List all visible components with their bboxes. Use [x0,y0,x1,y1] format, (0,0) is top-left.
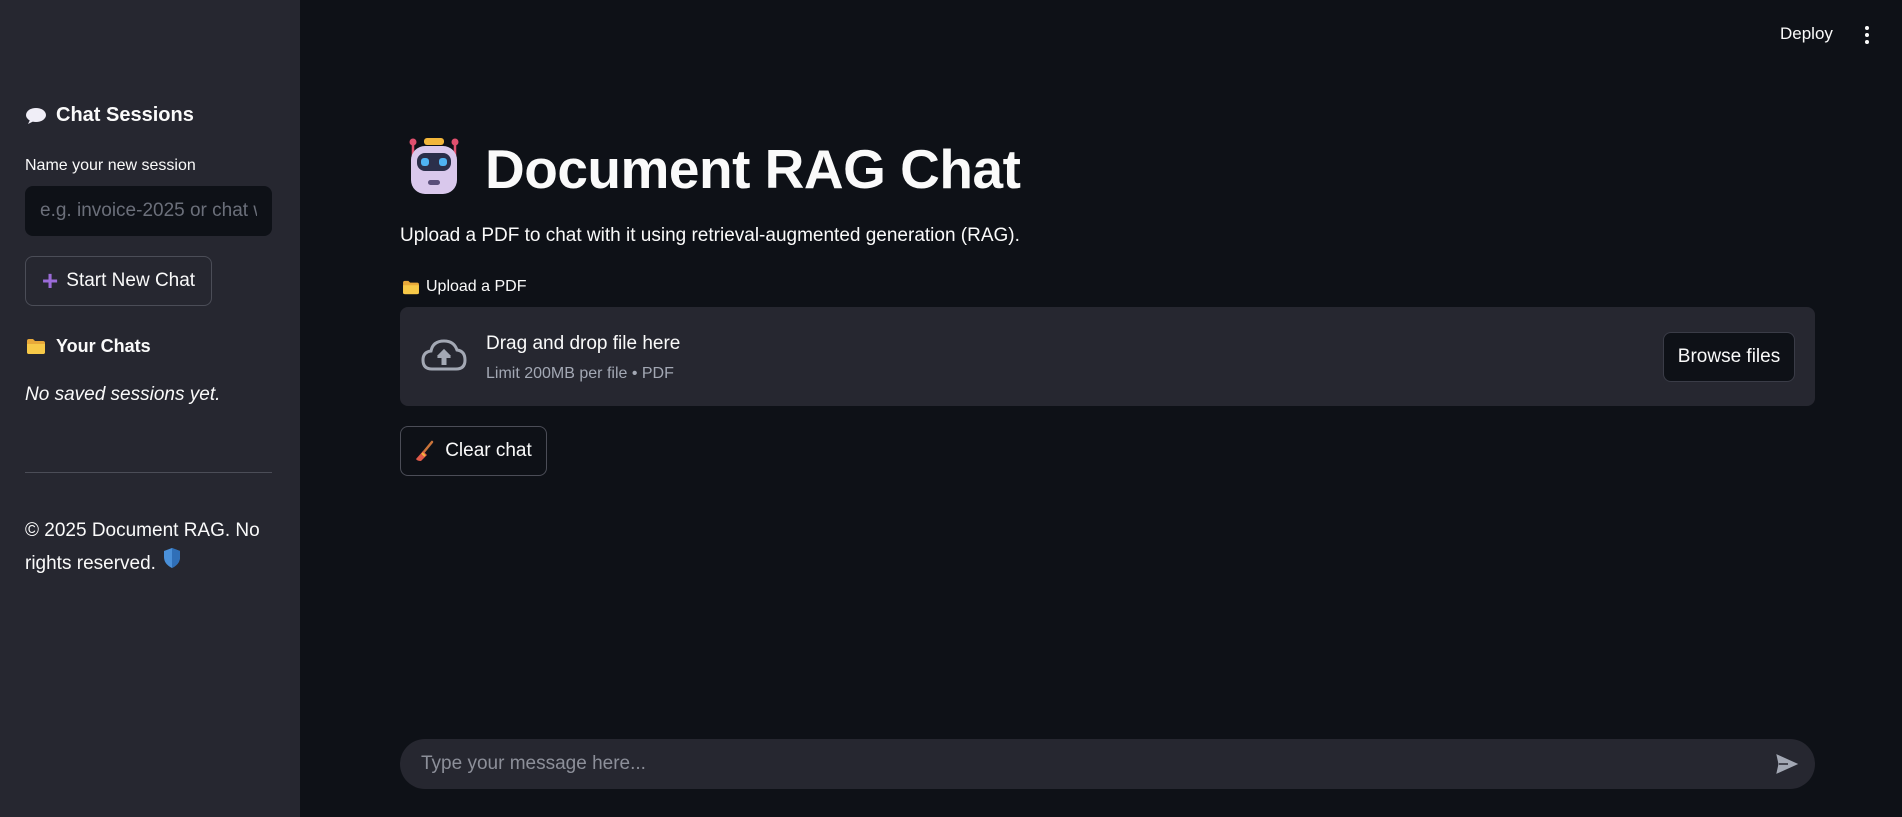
sidebar-footer: © 2025 Document RAG. No rights reserved. [25,514,265,580]
clear-chat-label: Clear chat [445,440,532,461]
your-chats-label: Your Chats [56,336,151,356]
session-name-label: Name your new session [25,157,196,174]
page-subtitle: Upload a PDF to chat with it using retri… [400,225,1020,246]
dropzone-title: Drag and drop file here [486,333,681,354]
speech-balloon-icon [25,107,47,125]
sidebar: Chat Sessions Name your new session + St… [0,0,300,817]
folder-icon [25,338,47,355]
page-title: Document RAG Chat [485,137,1021,200]
chat-input-bar [400,739,1815,789]
footer-line-2: rights reserved. [25,553,156,574]
session-name-input[interactable] [25,186,272,236]
broom-icon [415,440,435,462]
sidebar-heading-chat-sessions: Chat Sessions [25,104,194,127]
sidebar-divider [25,472,272,473]
sidebar-heading-label: Chat Sessions [56,104,194,126]
upload-label-text: Upload a PDF [426,278,527,295]
upload-label: Upload a PDF [402,278,527,296]
file-dropzone[interactable]: Drag and drop file here Limit 200MB per … [400,307,1815,406]
start-new-chat-label: Start New Chat [66,270,196,291]
shield-icon [162,547,182,580]
cloud-upload-icon [420,337,468,378]
footer-line-1: © 2025 Document RAG. No [25,520,260,541]
folder-icon [402,280,420,295]
sidebar-heading-your-chats: Your Chats [25,336,151,357]
send-icon[interactable] [1775,752,1799,776]
empty-sessions-text: No saved sessions yet. [25,384,221,405]
start-new-chat-button[interactable]: + Start New Chat [25,256,212,306]
kebab-menu-icon[interactable] [1859,24,1875,46]
page-title-row: Document RAG Chat [405,136,1021,201]
plus-icon: + [41,265,59,296]
dropzone-limit-text: Limit 200MB per file • PDF [486,365,674,382]
chat-message-input[interactable] [400,739,1750,789]
deploy-button[interactable]: Deploy [1780,24,1833,44]
clear-chat-button[interactable]: Clear chat [400,426,547,476]
robot-icon [405,136,463,201]
browse-files-button[interactable]: Browse files [1663,332,1795,382]
